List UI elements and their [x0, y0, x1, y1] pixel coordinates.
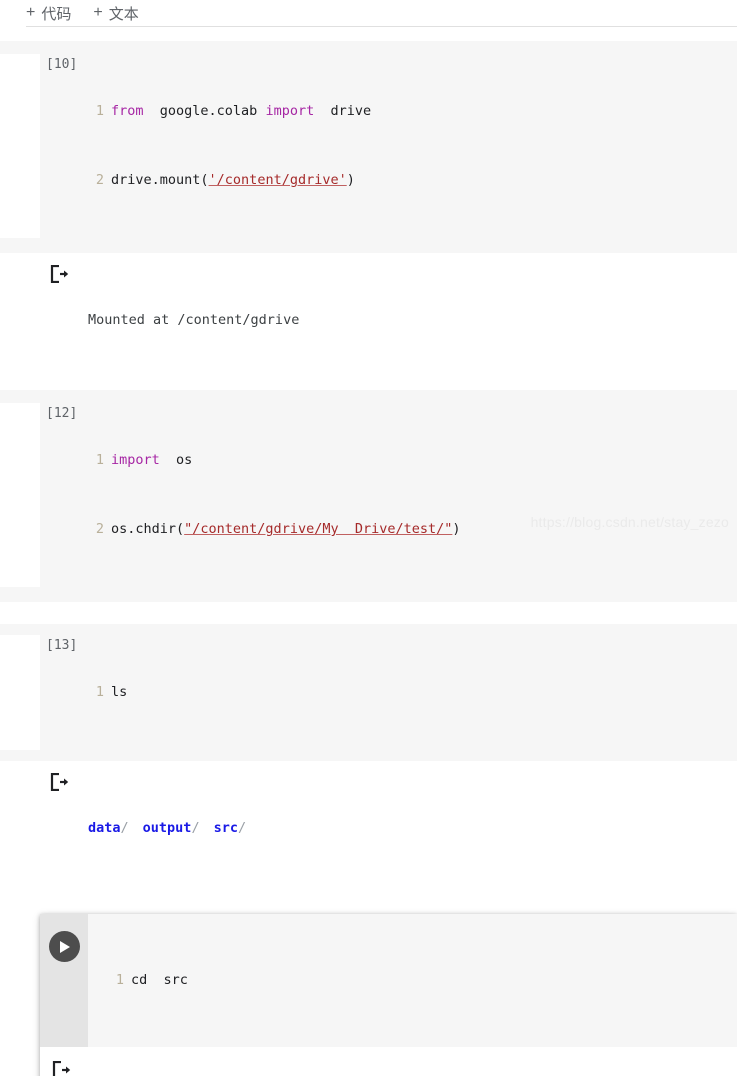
add-code-cell-label: 代码 [41, 5, 72, 23]
code-token: os.chdir( [111, 521, 185, 537]
selected-cell-source[interactable]: 1 cd src [40, 914, 737, 1047]
code-cell-13-output: data/output/src/ [0, 761, 737, 898]
output-listing: data/output/src/ [88, 771, 737, 886]
code-line: 1 import os [88, 449, 729, 472]
code-editor-10[interactable]: 1 from google.colab import drive 2 drive.m… [88, 54, 737, 238]
code-cell-12-source[interactable]: [12] 1 import os 2 os.chdir("/content/gdri… [0, 390, 737, 602]
code-token: import [265, 103, 315, 119]
code-token: drive.mount( [111, 172, 209, 188]
line-number: 1 [95, 103, 104, 119]
directory-name: src [213, 820, 238, 836]
directory-slash: / [191, 820, 200, 836]
cell-spacer [0, 898, 737, 914]
code-cell-10[interactable]: [10] 1 from google.colab import drive 2 dr… [0, 41, 737, 390]
cell-gutter [0, 635, 40, 750]
code-cell-13[interactable]: [13] 1 ls data/output/src/ [0, 624, 737, 898]
run-play-icon[interactable] [48, 931, 80, 962]
code-cell-13-source[interactable]: [13] 1 ls [0, 624, 737, 761]
selected-code-editor[interactable]: 1 cd src [88, 923, 737, 1038]
directory-name: output [142, 820, 192, 836]
output-text: Mounted at /content/gdrive [88, 263, 737, 378]
line-number: 1 [95, 452, 104, 468]
code-editor-13[interactable]: 1 ls [88, 635, 737, 750]
code-token: import [111, 452, 160, 468]
code-token: google.colab [143, 103, 266, 119]
line-number: 1 [115, 972, 124, 988]
code-token: drive [314, 103, 372, 119]
error-output-text: [Errno 2] No such file or directory: 'sr… [90, 1059, 737, 1076]
plus-icon: + [26, 4, 36, 21]
line-number: 1 [95, 684, 104, 700]
notebook-body: [10] 1 from google.colab import drive 2 dr… [0, 27, 737, 1076]
code-token: os [159, 452, 193, 468]
cell-spacer [0, 602, 737, 624]
code-token: from [111, 103, 144, 119]
notebook-toolbar: + 代码 + 文本 [0, 0, 737, 26]
code-line: 1 from google.colab import drive [88, 100, 729, 123]
add-text-cell-label: 文本 [108, 5, 139, 23]
code-cell-10-source[interactable]: [10] 1 from google.colab import drive 2 dr… [0, 41, 737, 253]
watermark: https://blog.csdn.net/stay_zezo [530, 514, 729, 530]
output-arrow-icon [0, 263, 88, 378]
top-spacer [0, 27, 737, 41]
output-arrow-icon [0, 771, 88, 886]
cell-gutter [0, 54, 40, 238]
directory-slash: / [120, 820, 129, 836]
output-line: Mounted at /content/gdrive [88, 312, 300, 328]
code-token: cd src [131, 972, 188, 988]
add-code-cell-button[interactable]: + 代码 [26, 3, 71, 24]
code-cell-10-output: Mounted at /content/gdrive [0, 253, 737, 390]
code-string-token: "/content/gdrive/My Drive/test/" [184, 521, 453, 537]
code-token: ) [452, 521, 461, 537]
selected-cell-output: [Errno 2] No such file or directory: 'sr… [40, 1047, 737, 1076]
selected-code-cell[interactable]: 1 cd src [Errno 2] No such file or direct… [40, 914, 737, 1076]
code-line: 1 cd src [108, 969, 729, 992]
cell-execution-label: [13] [46, 638, 78, 653]
code-token: ) [346, 172, 355, 188]
output-arrow-icon [40, 1059, 90, 1076]
cell-execution-label: [12] [46, 406, 78, 421]
output-line: data/output/src/ [88, 817, 737, 840]
code-line: 1 ls [88, 681, 729, 704]
cell-execution-label: [10] [46, 57, 78, 72]
directory-name: data [88, 820, 121, 836]
code-editor-12[interactable]: 1 import os 2 os.chdir("/content/gdrive/My… [88, 403, 737, 587]
plus-icon: + [93, 4, 103, 21]
code-string-token: '/content/gdrive' [208, 172, 347, 188]
add-text-cell-button[interactable]: + 文本 [93, 3, 138, 24]
code-line: 2 drive.mount('/content/gdrive') [88, 169, 729, 192]
line-number: 2 [95, 172, 104, 188]
directory-slash: / [237, 820, 247, 836]
cell-gutter [0, 403, 40, 587]
code-cell-12[interactable]: [12] 1 import os 2 os.chdir("/content/gdri… [0, 390, 737, 602]
run-cell-button[interactable] [40, 914, 88, 1047]
code-token: ls [111, 684, 128, 700]
